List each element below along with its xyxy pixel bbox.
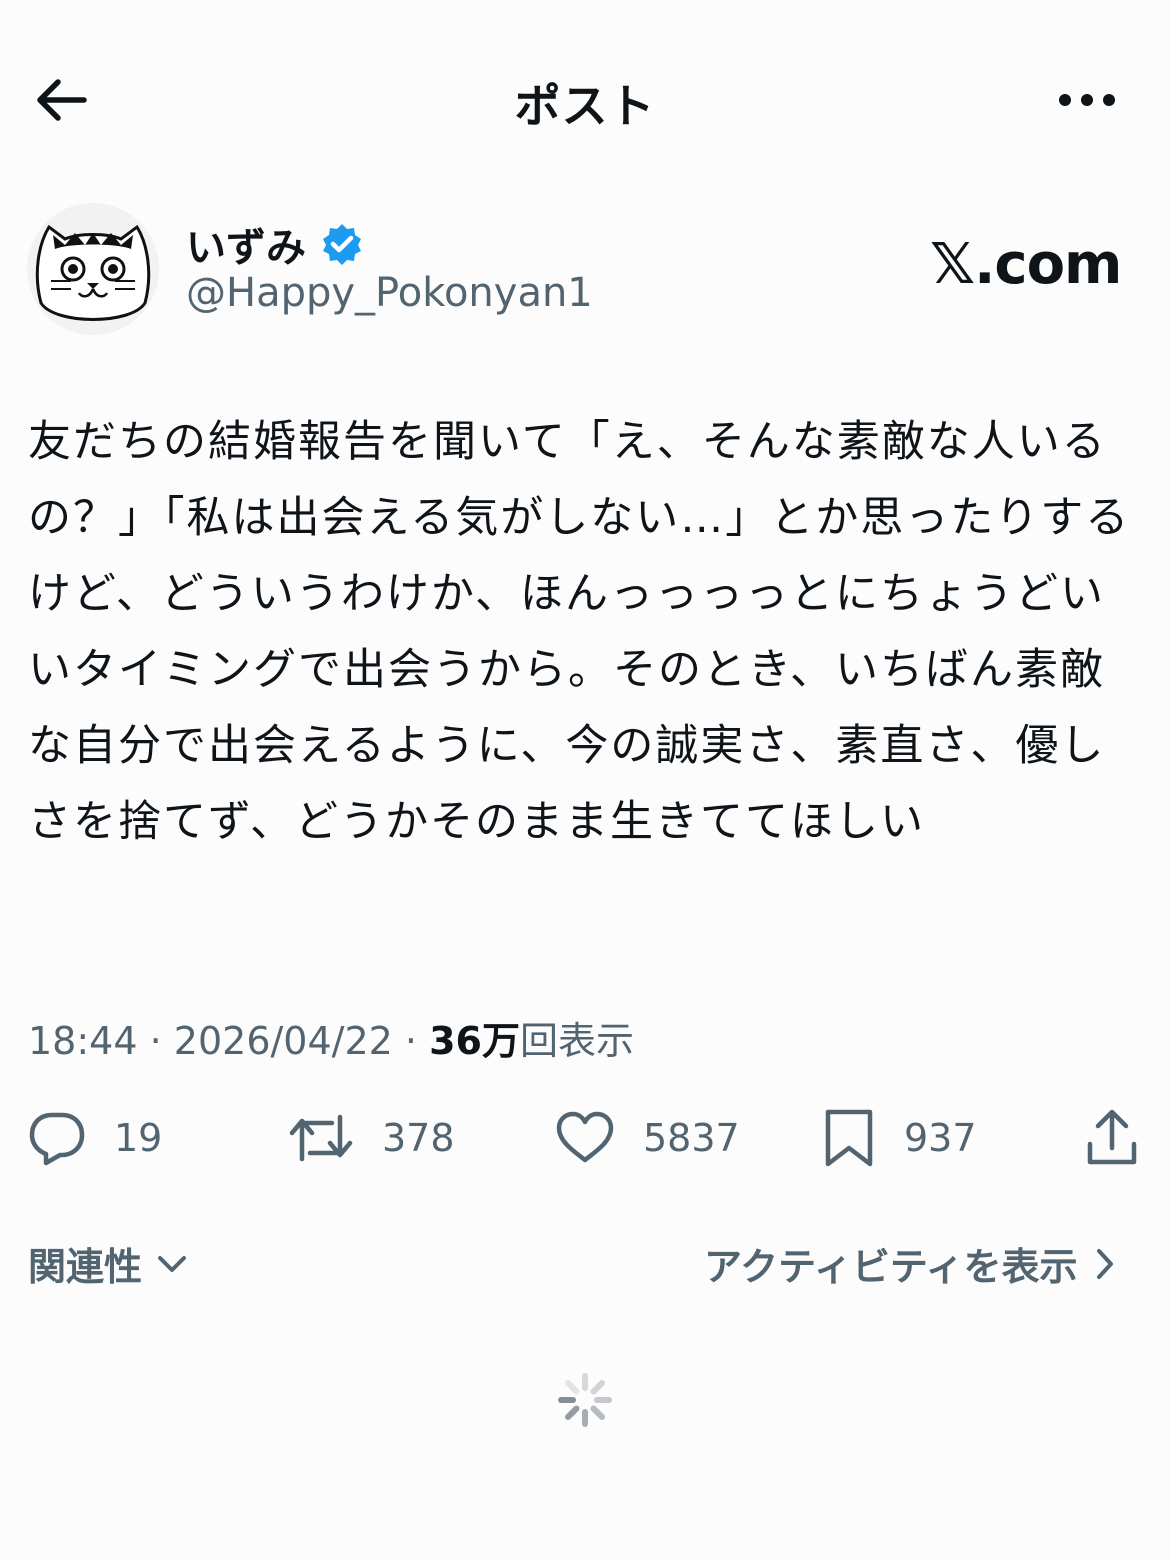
- sort-relevance-dropdown[interactable]: 関連性: [28, 1236, 188, 1291]
- activity-label: アクティビティを表示: [704, 1245, 1078, 1289]
- retweet-button[interactable]: 378: [288, 1106, 455, 1170]
- x-com-watermark: 𝕏.com: [930, 232, 1122, 297]
- avatar[interactable]: [27, 203, 159, 335]
- retweet-icon: [289, 1114, 353, 1162]
- post-text: 友だちの結婚報告を聞いて「え、そんな素敵な人いるの？」「私は出会える気がしない……: [28, 417, 1131, 847]
- share-button[interactable]: [1084, 1106, 1140, 1170]
- author-handle[interactable]: @Happy_Pokonyan1: [186, 270, 593, 316]
- like-count: 5837: [643, 1116, 740, 1160]
- chevron-right-icon: [1096, 1248, 1113, 1279]
- chevron-down-icon: [158, 1255, 187, 1272]
- post-date[interactable]: 2026/04/22: [174, 1019, 393, 1063]
- view-count: 36万: [429, 1019, 520, 1063]
- retweet-count: 378: [382, 1116, 455, 1160]
- meta-separator: ·: [404, 1019, 418, 1063]
- reply-icon: [29, 1112, 85, 1166]
- bookmark-button[interactable]: 937: [822, 1106, 977, 1170]
- loading-spinner: [555, 1370, 615, 1430]
- like-button[interactable]: 5837: [555, 1106, 740, 1170]
- bookmark-count: 937: [904, 1116, 977, 1160]
- heart-icon: [556, 1111, 614, 1163]
- verified-badge-icon: [323, 224, 361, 265]
- share-icon: [1087, 1109, 1137, 1165]
- view-label: 回表示: [520, 1019, 635, 1063]
- reply-button[interactable]: 19: [28, 1106, 162, 1170]
- author-name-row[interactable]: いずみ: [186, 215, 364, 273]
- more-button[interactable]: [1052, 72, 1122, 128]
- spinner-icon: [558, 1373, 612, 1427]
- reply-count: 19: [114, 1116, 163, 1160]
- view-activity-link[interactable]: アクティビティを表示: [704, 1236, 1116, 1291]
- page-title: ポスト: [514, 79, 656, 133]
- meta-separator: ·: [149, 1019, 162, 1063]
- bookmark-icon: [825, 1109, 873, 1167]
- cat-avatar-icon: [27, 203, 159, 335]
- post-meta: 18:44 · 2026/04/22 · 36万回表示: [28, 1010, 634, 1065]
- more-horizontal-icon: [1059, 94, 1115, 106]
- post-time[interactable]: 18:44: [28, 1019, 138, 1063]
- sort-label: 関連性: [28, 1245, 143, 1289]
- author-name: いずみ: [186, 225, 306, 271]
